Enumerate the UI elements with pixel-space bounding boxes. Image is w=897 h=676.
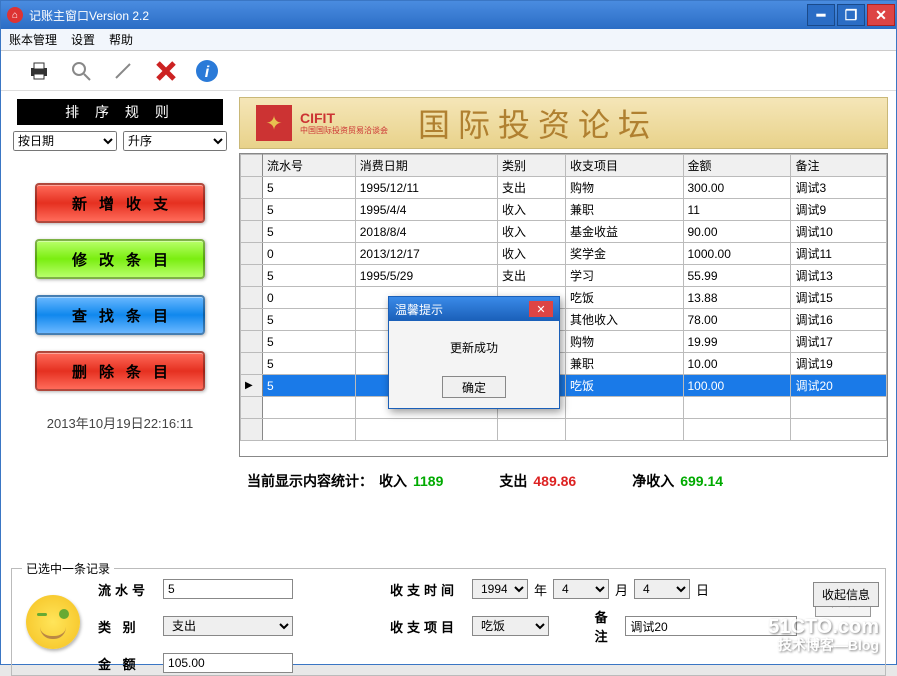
hide-info-button[interactable]: 收起信息 xyxy=(813,582,879,607)
left-panel: 排 序 规 则 按日期 升序 新增收支 修改条目 查找条目 删除条目 2013年… xyxy=(1,91,239,566)
data-grid[interactable]: 流水号消费日期类别收支项目金额备注 51995/12/11支出购物300.00调… xyxy=(239,153,888,457)
menu-help[interactable]: 帮助 xyxy=(109,31,133,48)
search-icon[interactable] xyxy=(69,59,93,83)
column-header[interactable]: 类别 xyxy=(498,155,566,177)
menubar: 账本管理 设置 帮助 xyxy=(1,29,896,51)
sort-by-select[interactable]: 按日期 xyxy=(13,131,117,151)
panel-legend: 已选中一条记录 xyxy=(22,560,114,577)
menu-accounts[interactable]: 账本管理 xyxy=(9,31,57,48)
timestamp: 2013年10月19日22:16:11 xyxy=(9,413,231,432)
stat-net: 699.14 xyxy=(680,473,723,489)
toolbar: i xyxy=(1,51,896,91)
smiley-icon xyxy=(26,595,80,649)
stat-income: 1189 xyxy=(413,473,443,489)
column-header[interactable]: 金额 xyxy=(683,155,791,177)
delete-icon[interactable] xyxy=(153,59,177,83)
banner-logo-icon: ✦ xyxy=(256,105,292,141)
titlebar[interactable]: ⌂ 记账主窗口Version 2.2 ━ ❐ ✕ xyxy=(1,1,896,29)
year-select[interactable]: 1994 xyxy=(472,579,528,599)
add-button[interactable]: 新增收支 xyxy=(35,183,205,223)
column-header[interactable]: 消费日期 xyxy=(355,155,497,177)
type-select[interactable]: 支出 xyxy=(163,616,293,636)
table-row[interactable]: 5其他收入78.00调试16 xyxy=(241,309,887,331)
table-row[interactable]: 51995/4/4收入兼职11调试9 xyxy=(241,199,887,221)
banner-title: 国际投资论坛 xyxy=(418,100,658,146)
column-header[interactable]: 备注 xyxy=(791,155,887,177)
dialog-ok-button[interactable]: 确定 xyxy=(442,376,506,398)
delete-button[interactable]: 删除条目 xyxy=(35,351,205,391)
banner-logo-text: CIFIT xyxy=(300,111,388,125)
month-select[interactable]: 4 xyxy=(553,579,609,599)
svg-text:i: i xyxy=(205,64,210,81)
serial-input[interactable] xyxy=(163,579,293,599)
maximize-button[interactable]: ❐ xyxy=(837,4,865,26)
column-header[interactable] xyxy=(241,155,263,177)
stats-bar: 当前显示内容统计： 收入 1189 支出 489.86 净收入 699.14 xyxy=(239,457,888,505)
menu-settings[interactable]: 设置 xyxy=(71,31,95,48)
find-button[interactable]: 查找条目 xyxy=(35,295,205,335)
watermark: 51CTO.com 技术博客—Blog xyxy=(768,616,879,653)
window-title: 记账主窗口Version 2.2 xyxy=(29,7,149,24)
table-row[interactable]: 5购物19.99调试17 xyxy=(241,331,887,353)
print-icon[interactable] xyxy=(27,59,51,83)
right-panel: ✦ CIFIT 中国国际投资贸易洽谈会 国际投资论坛 流水号消费日期类别收支项目… xyxy=(239,91,896,566)
dialog-titlebar[interactable]: 温馨提示 ✕ xyxy=(389,297,559,321)
stat-expense: 489.86 xyxy=(533,473,576,489)
banner-logo-sub: 中国国际投资贸易洽谈会 xyxy=(300,125,388,136)
banner: ✦ CIFIT 中国国际投资贸易洽谈会 国际投资论坛 xyxy=(239,97,888,149)
column-header[interactable]: 收支项目 xyxy=(566,155,683,177)
edit-button[interactable]: 修改条目 xyxy=(35,239,205,279)
close-button[interactable]: ✕ xyxy=(867,4,895,26)
table-row[interactable]: 51995/5/29支出学习55.99调试13 xyxy=(241,265,887,287)
dialog-close-button[interactable]: ✕ xyxy=(529,301,553,317)
table-row[interactable]: ▶5吃饭100.00调试20 xyxy=(241,375,887,397)
table-row[interactable]: 52018/8/4收入基金收益90.00调试10 xyxy=(241,221,887,243)
column-header[interactable]: 流水号 xyxy=(263,155,356,177)
info-icon[interactable]: i xyxy=(195,59,219,83)
table-row[interactable]: 0吃饭13.88调试15 xyxy=(241,287,887,309)
app-icon: ⌂ xyxy=(7,7,23,23)
table-row[interactable]: 5兼职10.00调试19 xyxy=(241,353,887,375)
edit-icon[interactable] xyxy=(111,59,135,83)
edit-panel: 已选中一条记录 流水号 收支时间 1994年 4月 4日 类 别 支出 收支项目… xyxy=(11,568,886,676)
sort-header: 排 序 规 则 xyxy=(17,99,223,125)
alert-dialog: 温馨提示 ✕ 更新成功 确定 xyxy=(388,296,560,409)
item-select[interactable]: 吃饭 xyxy=(472,616,549,636)
day-select[interactable]: 4 xyxy=(634,579,690,599)
minimize-button[interactable]: ━ xyxy=(807,4,835,26)
dialog-message: 更新成功 xyxy=(389,321,559,366)
table-row[interactable]: 02013/12/17收入奖学金1000.00调试11 xyxy=(241,243,887,265)
sort-order-select[interactable]: 升序 xyxy=(123,131,227,151)
table-row[interactable]: 51995/12/11支出购物300.00调试3 xyxy=(241,177,887,199)
amount-input[interactable] xyxy=(163,653,293,673)
